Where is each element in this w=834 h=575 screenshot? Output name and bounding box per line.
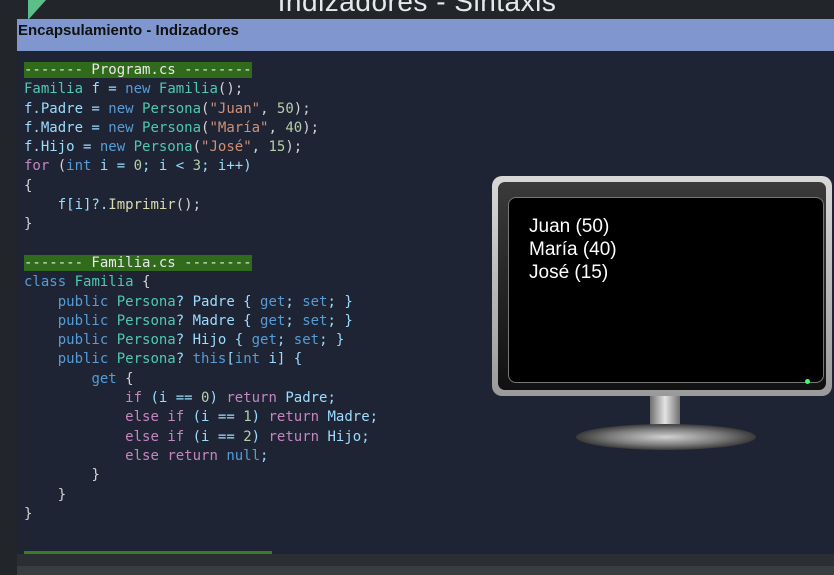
code-line: for (int i = 0; i < 3; i++) <box>24 158 252 175</box>
monitor-bezel: Juan (50) María (40) José (15) <box>492 176 832 396</box>
code-line: else if (i == 2) return Hijo; <box>125 428 370 445</box>
familia-file-label: ------- Familia.cs -------- <box>24 254 252 271</box>
monitor-illustration: Juan (50) María (40) José (15) <box>492 176 834 456</box>
code-line: f.Padre = new Persona("Juan", 50); <box>24 100 311 117</box>
monitor-frame: Juan (50) María (40) José (15) <box>498 182 826 390</box>
code-line: } <box>91 467 100 484</box>
console-line: José (15) <box>529 262 609 283</box>
code-line: class Familia { <box>24 274 151 291</box>
code-line: get { <box>91 370 134 387</box>
code-line: } <box>24 216 33 233</box>
code-line: public Persona? Madre { get; set; } <box>57 312 353 329</box>
program-file-label: ------- Program.cs -------- <box>24 62 252 78</box>
bottom-edge <box>17 566 834 575</box>
code-line: } <box>57 486 67 503</box>
code-line: Familia f = new Familia(); <box>24 81 244 98</box>
code-line: f.Hijo = new Persona("José", 15); <box>24 139 303 156</box>
code-line: } <box>24 505 33 522</box>
console-output: Juan (50) María (40) José (15) <box>529 215 617 284</box>
code-line: public Persona? this[int i] { <box>57 351 303 368</box>
code-line: { <box>24 177 33 194</box>
code-line: f.Madre = new Persona("María", 40); <box>24 119 320 136</box>
slide-title: Indizadores - Sintaxis <box>277 0 557 17</box>
console-screen: Juan (50) María (40) José (15) <box>508 197 824 383</box>
code-line: public Persona? Padre { get; set; } <box>57 293 353 310</box>
code-line: f[i]?.Imprimir(); <box>24 197 202 214</box>
code-line: else return null; <box>125 447 269 464</box>
monitor-neck <box>650 396 680 426</box>
console-line: Juan (50) <box>529 216 610 237</box>
console-line: María (40) <box>529 239 617 260</box>
power-led-icon <box>805 379 810 384</box>
code-line: else if (i == 1) return Madre; <box>125 409 379 426</box>
code-line: public Persona? Hijo { get; set; } <box>57 332 345 349</box>
header-label: Encapsulamiento - Indizadores <box>18 22 239 39</box>
monitor-base <box>576 424 756 450</box>
code-block: ------- Program.cs -------- Familia f = … <box>24 61 378 524</box>
code-line: if (i == 0) return Padre; <box>125 390 336 407</box>
header-bar: Encapsulamiento - Indizadores <box>17 19 834 51</box>
